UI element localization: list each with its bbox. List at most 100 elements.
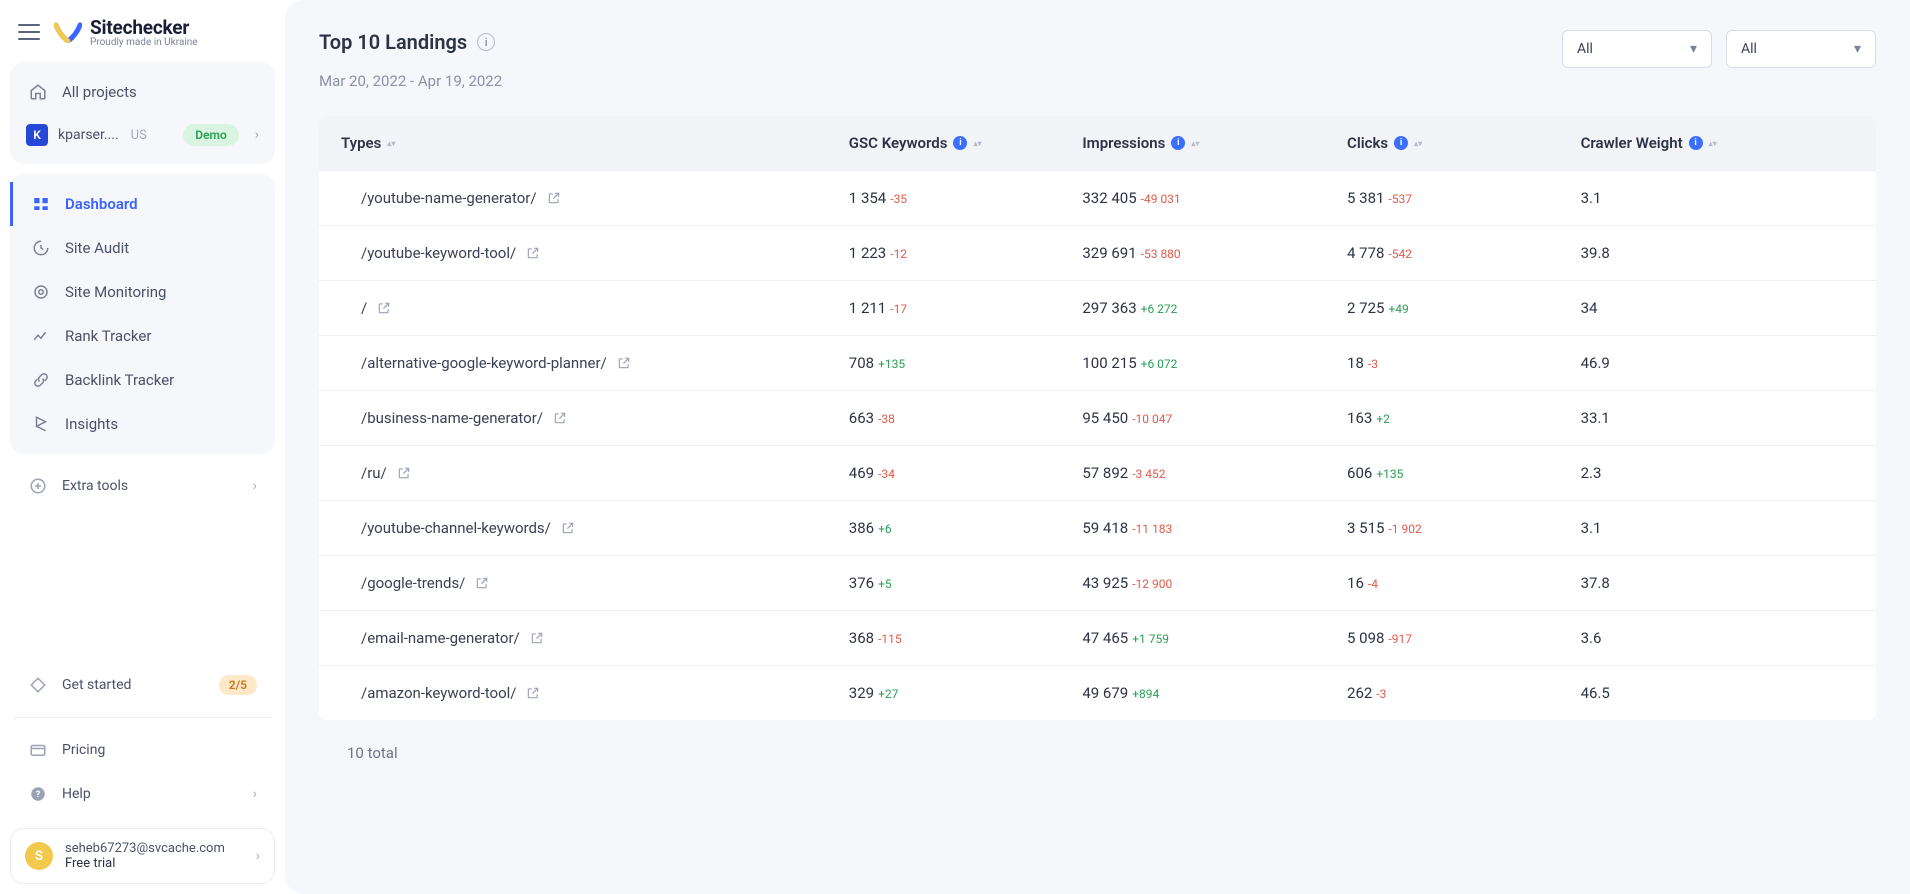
brand[interactable]: Sitechecker Proudly made in Ukraine (54, 16, 198, 48)
project-country: US (131, 128, 147, 143)
filter-select-1[interactable]: All ▾ (1562, 30, 1712, 68)
sort-icon: ▴▾ (387, 141, 395, 146)
sidebar-item-get-started[interactable]: Get started 2/5 (10, 663, 275, 707)
table-row[interactable]: /youtube-name-generator/ 1 354-35332 405… (319, 171, 1876, 226)
table-row[interactable]: /youtube-channel-keywords/ 386+659 418-1… (319, 501, 1876, 556)
clk-value: 5 381 (1347, 189, 1384, 207)
kw-value: 368 (849, 629, 874, 647)
sidebar-item-label: Get started (62, 677, 131, 693)
table-row[interactable]: /amazon-keyword-tool/ 329+2749 679+89426… (319, 666, 1876, 721)
info-icon[interactable]: i (953, 136, 967, 150)
imp-delta: -49 031 (1141, 192, 1181, 206)
imp-value: 47 465 (1082, 629, 1128, 647)
clk-value: 2 725 (1347, 299, 1384, 317)
col-header-impressions[interactable]: Impressions i▴▾ (1082, 134, 1199, 152)
external-link-icon[interactable] (617, 356, 631, 370)
external-link-icon[interactable] (397, 466, 411, 480)
filter-value: All (1577, 41, 1593, 57)
info-icon[interactable]: i (1689, 136, 1703, 150)
sidebar-item-extra-tools[interactable]: Extra tools › (10, 464, 275, 508)
col-header-types[interactable]: Types ▴▾ (341, 134, 395, 152)
sidebar-item-label: All projects (62, 83, 137, 101)
landing-path[interactable]: /ru/ (361, 464, 411, 482)
col-header-clicks[interactable]: Clicks i ▴▾ (1347, 134, 1422, 152)
user-card[interactable]: S seheb67273@svcache.com Free trial › (10, 828, 275, 884)
plus-circle-icon (28, 476, 48, 496)
gauge-icon (31, 238, 51, 258)
weight-value: 39.8 (1581, 244, 1610, 262)
col-label: GSC Keywords (849, 134, 948, 152)
card-icon (28, 740, 48, 760)
info-icon[interactable]: i (477, 33, 495, 51)
info-icon[interactable]: i (1171, 136, 1185, 150)
landing-path[interactable]: /business-name-generator/ (361, 409, 567, 427)
landing-path[interactable]: /amazon-keyword-tool/ (361, 684, 540, 702)
landing-path[interactable]: /youtube-name-generator/ (361, 189, 561, 207)
landing-path[interactable]: /youtube-channel-keywords/ (361, 519, 575, 537)
col-label: Clicks (1347, 134, 1388, 152)
external-link-icon[interactable] (530, 631, 544, 645)
clk-value: 18 (1347, 354, 1364, 372)
kw-delta: -12 (890, 247, 907, 261)
table-row[interactable]: /business-name-generator/ 663-3895 450-1… (319, 391, 1876, 446)
landing-path[interactable]: /youtube-keyword-tool/ (361, 244, 540, 262)
external-link-icon[interactable] (547, 191, 561, 205)
table-row[interactable]: / 1 211-17297 363+6 2722 725+4934 (319, 281, 1876, 336)
brand-logo-icon (54, 21, 82, 43)
sidebar-item-site-audit[interactable]: Site Audit (10, 226, 275, 270)
hamburger-icon[interactable] (18, 24, 40, 40)
external-link-icon[interactable] (526, 686, 540, 700)
col-label: Types (341, 134, 381, 152)
weight-value: 46.5 (1581, 684, 1610, 702)
sidebar-item-help[interactable]: ? Help › (10, 772, 275, 816)
sidebar: Sitechecker Proudly made in Ukraine All … (0, 0, 285, 894)
filter-value: All (1741, 41, 1757, 57)
sidebar-item-pricing[interactable]: Pricing (10, 728, 275, 772)
imp-delta: -10 047 (1132, 412, 1172, 426)
landing-path[interactable]: /email-name-generator/ (361, 629, 544, 647)
sidebar-item-rank-tracker[interactable]: Rank Tracker (10, 314, 275, 358)
page-header: Top 10 Landings i Mar 20, 2022 - Apr 19,… (319, 30, 1876, 90)
imp-value: 43 925 (1082, 574, 1128, 592)
landing-path[interactable]: /alternative-google-keyword-planner/ (361, 354, 631, 372)
kw-value: 1 223 (849, 244, 886, 262)
page-title-text: Top 10 Landings (319, 30, 467, 54)
landing-path[interactable]: /google-trends/ (361, 574, 489, 592)
table-row[interactable]: /email-name-generator/ 368-11547 465+1 7… (319, 611, 1876, 666)
table-row[interactable]: /youtube-keyword-tool/ 1 223-12329 691-5… (319, 226, 1876, 281)
col-header-crawler-weight[interactable]: Crawler Weight i▴▾ (1581, 134, 1717, 152)
table-row[interactable]: /ru/ 469-3457 892-3 452606+1352.3 (319, 446, 1876, 501)
clk-value: 163 (1347, 409, 1372, 427)
imp-value: 49 679 (1082, 684, 1128, 702)
kw-delta: -17 (890, 302, 907, 316)
top-row: Sitechecker Proudly made in Ukraine (10, 12, 275, 62)
kw-value: 376 (849, 574, 874, 592)
table-row[interactable]: /alternative-google-keyword-planner/ 708… (319, 336, 1876, 391)
trend-icon (31, 326, 51, 346)
landing-path[interactable]: / (361, 299, 391, 317)
clk-delta: -542 (1388, 247, 1412, 261)
demo-badge: Demo (183, 124, 239, 146)
external-link-icon[interactable] (377, 301, 391, 315)
external-link-icon[interactable] (553, 411, 567, 425)
external-link-icon[interactable] (561, 521, 575, 535)
chevron-right-icon: › (256, 848, 260, 864)
sidebar-item-backlink-tracker[interactable]: Backlink Tracker (10, 358, 275, 402)
weight-value: 34 (1581, 299, 1598, 317)
sidebar-item-dashboard[interactable]: Dashboard (10, 182, 275, 226)
external-link-icon[interactable] (475, 576, 489, 590)
table-row[interactable]: /google-trends/ 376+543 925-12 90016-437… (319, 556, 1876, 611)
sidebar-item-label: Backlink Tracker (65, 371, 174, 389)
sidebar-item-insights[interactable]: Insights (10, 402, 275, 446)
col-header-gsc-keywords[interactable]: GSC Keywords i▴▾ (849, 134, 982, 152)
clk-value: 3 515 (1347, 519, 1384, 537)
project-selector[interactable]: K kparser.... US Demo › (10, 114, 275, 156)
page-title: Top 10 Landings i (319, 30, 502, 54)
sidebar-item-site-monitoring[interactable]: Site Monitoring (10, 270, 275, 314)
filter-select-2[interactable]: All ▾ (1726, 30, 1876, 68)
external-link-icon[interactable] (526, 246, 540, 260)
kw-value: 329 (849, 684, 874, 702)
info-icon[interactable]: i (1394, 136, 1408, 150)
sort-icon: ▴▾ (1414, 141, 1422, 146)
sidebar-item-all-projects[interactable]: All projects (10, 70, 275, 114)
